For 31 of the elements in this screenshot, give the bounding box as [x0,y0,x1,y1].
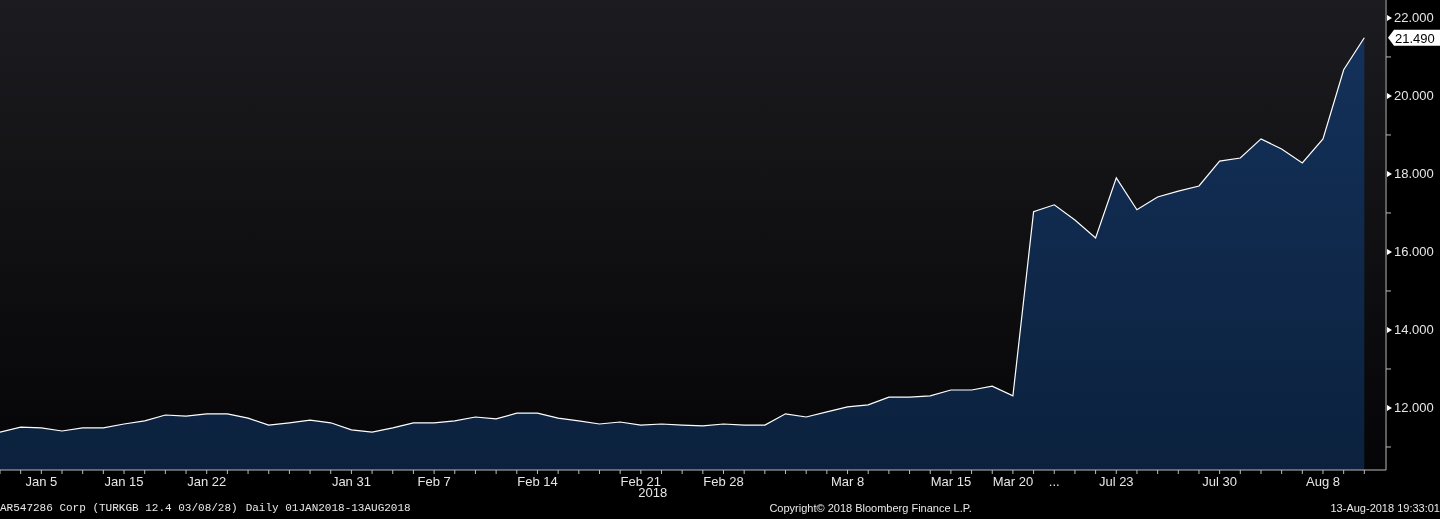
tick-marker-icon [1387,405,1392,411]
axis-label: 22.000 [1394,10,1434,26]
tick-marker-icon [1387,248,1392,255]
axis-label: 14.000 [1394,322,1434,338]
axis-label: Feb 7 [417,474,451,489]
axis-label: ... [1048,474,1060,489]
date-range: Daily 01JAN2018-13AUG2018 [245,500,411,516]
axis-label: Feb 28 [703,474,744,489]
axis-label: 16.000 [1394,244,1434,260]
axis-label: Jul 30 [1202,474,1237,489]
axis-label: Mar 20 [992,474,1034,489]
tick-marker-icon [1387,92,1392,99]
axis-label: Jan 22 [187,474,227,489]
tick-marker-icon [1387,14,1392,21]
timestamp: 13-Aug-2018 19:33:01 [1330,500,1440,516]
axis-label: Mar 8 [830,474,865,489]
axis-label: 20.000 [1394,88,1434,104]
axis-label: 18.000 [1394,166,1434,182]
tick-marker-icon [1387,170,1392,177]
last-price-tag: 21.490 [1388,29,1440,46]
axis-label: 12.000 [1394,400,1434,416]
copyright-text: Copyright© 2018 Bloomberg Finance L.P. [769,500,972,516]
axis-label: Jan 31 [331,474,371,489]
security-name: AR547286 Corp (TURKGB 12.4 03/08/28) [0,500,238,516]
axis-label: Aug 8 [1306,474,1340,489]
axis-label: Feb 14 [517,474,558,489]
axis-label: Mar 15 [930,474,972,489]
tick-marker-icon [1387,327,1392,333]
axis-label: Jan 5 [25,474,58,489]
axis-label: Jan 15 [104,474,144,489]
axis-label: Jul 23 [1098,474,1134,489]
